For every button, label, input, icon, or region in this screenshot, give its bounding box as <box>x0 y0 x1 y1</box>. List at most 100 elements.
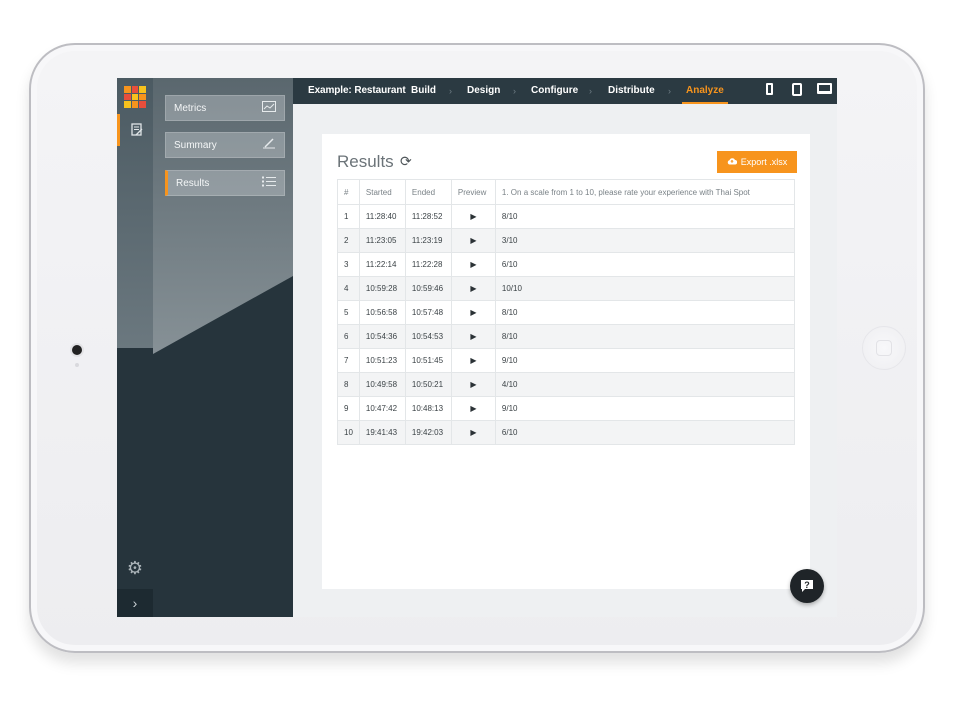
help-chat-button[interactable]: ? <box>790 569 824 603</box>
play-preview-icon[interactable]: ▶ <box>450 252 496 277</box>
chevron-right-icon: › <box>589 86 592 96</box>
step-configure[interactable]: Configure <box>531 78 578 104</box>
cell-rating: 10/10 <box>494 276 796 301</box>
top-navigation-bar: Example: Restaurant Build › Design › Con… <box>293 78 837 104</box>
results-card: Results ⟳ Export .xlsx # Started Ended P… <box>322 134 810 589</box>
table-row[interactable]: 10 19:41:43 19:42:03 ▶ 6/10 <box>337 420 796 445</box>
cell-rating: 9/10 <box>494 396 796 421</box>
desktop-icon[interactable] <box>817 83 832 94</box>
cell-number: 7 <box>337 348 360 373</box>
cell-number: 2 <box>337 228 360 253</box>
home-square-icon <box>876 340 892 356</box>
project-title: Example: Restaurant <box>308 85 406 96</box>
icon-rail: ⚙ › <box>117 78 153 617</box>
cell-started: 10:49:58 <box>358 372 406 397</box>
chevron-right-icon: › <box>449 86 452 96</box>
chevron-right-icon: › <box>132 595 138 611</box>
cloud-upload-icon <box>727 157 737 167</box>
cell-started: 19:41:43 <box>358 420 406 445</box>
play-preview-icon[interactable]: ▶ <box>450 276 496 301</box>
table-row[interactable]: 8 10:49:58 10:50:21 ▶ 4/10 <box>337 372 796 397</box>
table-header-row: # Started Ended Preview 1. On a scale fr… <box>337 179 796 205</box>
step-distribute[interactable]: Distribute <box>608 78 655 104</box>
survey-icon-button[interactable] <box>117 114 153 146</box>
cell-rating: 8/10 <box>494 300 796 325</box>
cell-started: 10:59:28 <box>358 276 406 301</box>
play-preview-icon[interactable]: ▶ <box>450 324 496 349</box>
step-analyze[interactable]: Analyze <box>682 78 728 104</box>
column-header-preview[interactable]: Preview <box>450 179 496 205</box>
column-header-number[interactable]: # <box>337 179 360 205</box>
cell-ended: 10:59:46 <box>404 276 452 301</box>
gear-icon[interactable]: ⚙ <box>125 558 145 578</box>
cell-rating: 6/10 <box>494 420 796 445</box>
cell-number: 6 <box>337 324 360 349</box>
cell-number: 8 <box>337 372 360 397</box>
page-title: Results <box>337 152 394 171</box>
column-header-ended[interactable]: Ended <box>404 179 452 205</box>
column-header-question-1[interactable]: 1. On a scale from 1 to 10, please rate … <box>494 179 796 205</box>
cell-rating: 8/10 <box>494 204 796 229</box>
nav-item-metrics[interactable]: Metrics <box>165 95 285 121</box>
side-panel: Metrics Summary Results <box>153 78 293 617</box>
cell-ended: 11:28:52 <box>404 204 452 229</box>
cell-rating: 6/10 <box>494 252 796 277</box>
export-xlsx-button[interactable]: Export .xlsx <box>717 151 797 173</box>
play-preview-icon[interactable]: ▶ <box>450 348 496 373</box>
table-row[interactable]: 7 10:51:23 10:51:45 ▶ 9/10 <box>337 348 796 373</box>
results-table: # Started Ended Preview 1. On a scale fr… <box>337 179 796 445</box>
nav-item-label: Metrics <box>174 102 207 114</box>
table-row[interactable]: 6 10:54:36 10:54:53 ▶ 8/10 <box>337 324 796 349</box>
export-label: Export .xlsx <box>740 157 788 167</box>
table-row[interactable]: 3 11:22:14 11:22:28 ▶ 6/10 <box>337 252 796 277</box>
step-build[interactable]: Build <box>411 78 436 104</box>
survey-icon <box>130 123 142 136</box>
chevron-right-icon: › <box>668 86 671 96</box>
column-header-started[interactable]: Started <box>358 179 406 205</box>
nav-item-summary[interactable]: Summary <box>165 132 285 158</box>
cell-started: 10:56:58 <box>358 300 406 325</box>
cell-number: 9 <box>337 396 360 421</box>
play-preview-icon[interactable]: ▶ <box>450 228 496 253</box>
cell-ended: 10:54:53 <box>404 324 452 349</box>
nav-item-label: Summary <box>174 139 217 151</box>
play-preview-icon[interactable]: ▶ <box>450 372 496 397</box>
pencil-chart-icon <box>262 138 276 152</box>
cell-ended: 10:57:48 <box>404 300 452 325</box>
play-preview-icon[interactable]: ▶ <box>450 396 496 421</box>
sensor-dot <box>75 363 79 367</box>
mobile-icon[interactable] <box>766 83 773 95</box>
cell-number: 5 <box>337 300 360 325</box>
refresh-icon[interactable]: ⟳ <box>400 153 412 170</box>
step-design[interactable]: Design <box>467 78 500 104</box>
chevron-right-icon: › <box>513 86 516 96</box>
play-preview-icon[interactable]: ▶ <box>450 420 496 445</box>
camera-icon <box>72 345 82 355</box>
cell-started: 11:22:14 <box>358 252 406 277</box>
play-preview-icon[interactable]: ▶ <box>450 204 496 229</box>
cell-number: 3 <box>337 252 360 277</box>
expand-sidebar-button[interactable]: › <box>117 589 153 617</box>
home-button[interactable] <box>862 326 906 370</box>
chart-icon <box>262 101 276 115</box>
tablet-icon[interactable] <box>792 83 802 96</box>
nav-item-results[interactable]: Results <box>165 170 285 196</box>
list-icon <box>262 176 276 190</box>
cell-rating: 4/10 <box>494 372 796 397</box>
cell-ended: 11:22:28 <box>404 252 452 277</box>
help-label: ? <box>804 580 810 590</box>
table-row[interactable]: 9 10:47:42 10:48:13 ▶ 9/10 <box>337 396 796 421</box>
table-row[interactable]: 4 10:59:28 10:59:46 ▶ 10/10 <box>337 276 796 301</box>
cell-ended: 10:50:21 <box>404 372 452 397</box>
cell-number: 4 <box>337 276 360 301</box>
table-row[interactable]: 5 10:56:58 10:57:48 ▶ 8/10 <box>337 300 796 325</box>
logo-icon <box>124 86 146 108</box>
cell-ended: 11:23:19 <box>404 228 452 253</box>
table-row[interactable]: 1 11:28:40 11:28:52 ▶ 8/10 <box>337 204 796 229</box>
cell-started: 11:23:05 <box>358 228 406 253</box>
cell-ended: 19:42:03 <box>404 420 452 445</box>
cell-rating: 8/10 <box>494 324 796 349</box>
table-row[interactable]: 2 11:23:05 11:23:19 ▶ 3/10 <box>337 228 796 253</box>
cell-started: 10:54:36 <box>358 324 406 349</box>
play-preview-icon[interactable]: ▶ <box>450 300 496 325</box>
